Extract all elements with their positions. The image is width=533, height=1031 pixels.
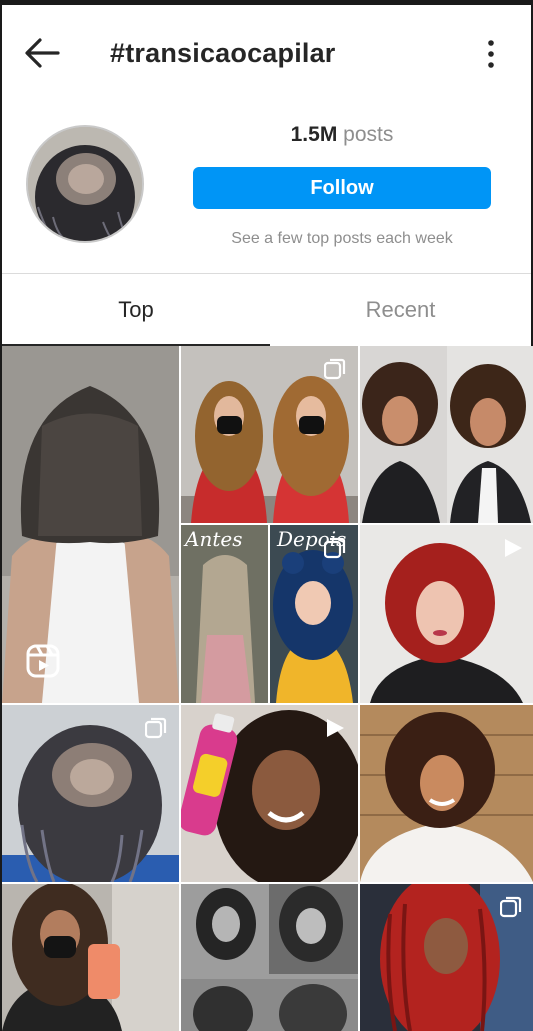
posts-count-value: 1.5M [290,123,338,146]
post-tile[interactable] [181,705,358,882]
tab-recent[interactable]: Recent [270,274,531,346]
carousel-icon [324,358,346,380]
tab-top[interactable]: Top [2,274,270,346]
posts-count: 1.5M posts [193,123,491,147]
carousel-icon [145,717,167,739]
post-tile[interactable]: Antes Depois [181,525,358,703]
app-header: #transicaocapilar [0,5,533,97]
posts-count-label: posts [343,123,394,146]
post-tile[interactable] [360,705,533,882]
follow-button[interactable]: Follow [193,167,491,209]
post-tile[interactable] [181,346,358,523]
posts-grid: Antes Depois [2,346,533,1031]
video-play-icon [327,719,344,737]
post-tile[interactable] [360,525,533,703]
post-tile[interactable] [181,884,358,1031]
video-play-icon [505,539,522,557]
post-tile[interactable] [360,346,533,523]
top-posts-note: See a few top posts each week [231,230,453,247]
post-tile[interactable] [2,346,179,703]
arrow-left-icon [25,38,60,68]
before-caption: Antes [185,527,243,551]
reels-icon [26,644,60,678]
post-tile[interactable] [360,884,533,1031]
back-button[interactable] [22,35,62,71]
more-options-button[interactable] [480,37,502,71]
post-tile[interactable] [2,884,179,1031]
hashtag-avatar [26,125,144,243]
more-vertical-icon [488,40,494,68]
carousel-icon [324,537,346,559]
carousel-icon [500,896,522,918]
page-title: #transicaocapilar [110,38,336,68]
post-tile[interactable] [2,705,179,882]
